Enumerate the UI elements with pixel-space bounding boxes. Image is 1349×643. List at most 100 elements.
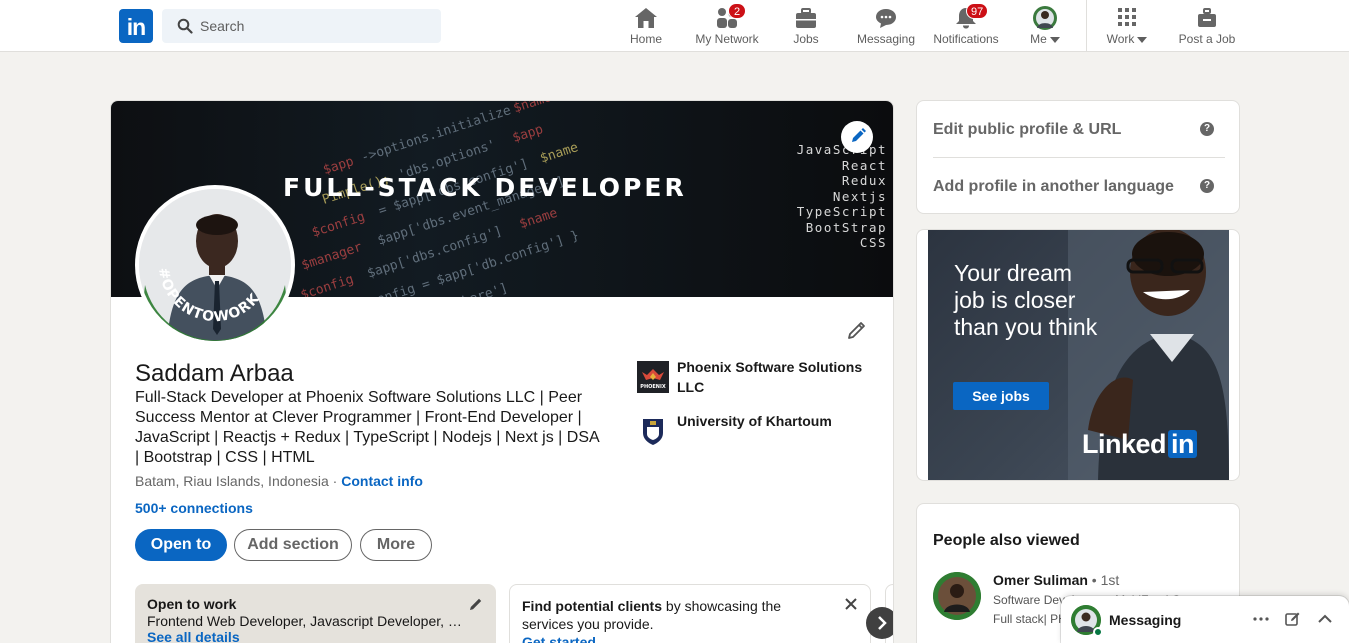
close-icon[interactable] — [844, 597, 858, 611]
svg-text:$name: $name — [512, 101, 554, 116]
nav-messaging[interactable]: Messaging — [853, 0, 919, 52]
nav-me-label: Me — [1025, 32, 1065, 46]
profile-card: $app ->options.initialize $name Pimple(); '… — [110, 100, 894, 643]
nav-post-a-job-label: Post a Job — [1178, 32, 1236, 46]
nav-my-network-label: My Network — [695, 32, 759, 46]
nav-home-label: Home — [629, 32, 662, 46]
pencil-icon[interactable] — [468, 596, 484, 612]
profile-avatar: #OPENTOWORK — [139, 189, 291, 341]
connection-degree: • 1st — [1087, 572, 1120, 588]
online-status-dot — [1093, 627, 1103, 637]
svg-text:$app: $app — [511, 122, 546, 146]
me-avatar — [1033, 6, 1057, 30]
messaging-bar[interactable]: Messaging — [1061, 596, 1349, 643]
pencil-icon — [852, 128, 866, 142]
pencil-icon — [848, 322, 865, 339]
briefcase-icon — [796, 8, 816, 28]
chevron-down-icon — [1137, 36, 1148, 43]
add-section-button[interactable]: Add section — [234, 529, 352, 561]
chevron-up-icon[interactable] — [1316, 610, 1334, 628]
open-to-work-title: Open to work — [147, 596, 237, 612]
linkedin-logo[interactable]: in — [119, 9, 153, 43]
more-button[interactable]: More — [360, 529, 432, 561]
tech-item: Nextjs — [832, 188, 887, 204]
linkedin-wordmark: Linked in — [1082, 429, 1198, 460]
contact-info-link[interactable]: Contact info — [341, 473, 423, 489]
profile-name: Saddam Arbaa — [135, 360, 294, 387]
notifications-badge: 97 — [966, 3, 989, 19]
network-badge: 2 — [728, 3, 746, 19]
person-name[interactable]: Omer Suliman • 1st — [993, 572, 1119, 588]
search-input[interactable] — [200, 9, 430, 43]
search-icon — [177, 18, 193, 34]
edit-public-profile-link[interactable]: Edit public profile & URL — [933, 121, 1121, 139]
open-to-work-text: #OPENTOWORK — [155, 266, 263, 325]
phoenix-logo: PHOENIX — [637, 361, 669, 393]
experience-item[interactable]: PHOENIX Phoenix Software Solutions LLC — [637, 357, 877, 399]
profile-headline: Full-Stack Developer at Phoenix Software… — [135, 389, 599, 466]
nav-post-a-job[interactable]: Post a Job — [1176, 0, 1238, 52]
more-icon[interactable] — [1252, 610, 1270, 628]
edit-intro-button[interactable] — [845, 318, 869, 342]
nav-notifications-label: Notifications — [933, 32, 999, 46]
svg-text:$manager: $manager — [300, 240, 364, 274]
tech-item: BootStrap — [805, 219, 887, 235]
nav-divider — [1086, 0, 1087, 52]
see-jobs-button[interactable]: See jobs — [953, 382, 1049, 410]
tech-item: Redux — [841, 173, 887, 188]
phoenix-logo-text: PHOENIX — [640, 384, 666, 390]
messaging-title: Messaging — [1109, 612, 1182, 628]
home-icon — [635, 8, 657, 28]
university-logo — [643, 419, 663, 445]
open-to-button[interactable]: Open to — [135, 529, 227, 561]
help-icon[interactable]: ? — [1200, 179, 1214, 193]
find-clients-text: Find potential clients by showcasing the… — [522, 597, 832, 633]
tech-item: CSS — [859, 235, 887, 250]
nav-jobs[interactable]: Jobs — [781, 0, 831, 52]
svg-text:$config: $config — [299, 272, 356, 297]
location-text: Batam, Riau Islands, Indonesia — [135, 473, 329, 489]
avatar[interactable] — [933, 572, 981, 620]
education-school: University of Khartoum — [677, 413, 832, 429]
person-avatar-graphic — [933, 572, 981, 620]
svg-text:$config: $config — [310, 209, 367, 240]
education-item[interactable]: University of Khartoum — [637, 411, 877, 447]
people-also-viewed-title: People also viewed — [933, 532, 1080, 549]
post-job-icon — [1198, 8, 1216, 27]
jobs-ad[interactable]: Your dream job is closer than you think … — [928, 230, 1229, 480]
tech-item: TypeScript — [796, 204, 887, 219]
ad-headline: Your dream job is closer than you think — [954, 260, 1098, 340]
tech-item: React — [841, 157, 887, 173]
help-icon[interactable]: ? — [1200, 122, 1214, 136]
ad-card: Your dream job is closer than you think … — [916, 229, 1240, 481]
open-to-work-ring: #OPENTOWORK — [155, 266, 263, 325]
find-clients-bold: Find potential clients — [522, 598, 663, 614]
person-name-text: Omer Suliman — [993, 572, 1088, 588]
profile-location: Batam, Riau Islands, Indonesia · Contact… — [135, 473, 423, 489]
nav-work[interactable]: Work — [1100, 0, 1154, 52]
chevron-down-icon — [1049, 36, 1060, 43]
get-started-link[interactable]: Get started — [522, 633, 858, 643]
svg-text:$name: $name — [538, 140, 580, 166]
banner-tech-list: JavaScript React Redux Nextjs TypeScript… — [797, 142, 887, 251]
profile-photo[interactable]: #OPENTOWORK — [135, 185, 295, 345]
add-profile-language-link[interactable]: Add profile in another language — [933, 178, 1174, 196]
search-box[interactable] — [162, 9, 441, 43]
find-clients-card: Find potential clients by showcasing the… — [509, 584, 871, 643]
chat-icon — [876, 9, 896, 28]
divider — [933, 157, 1225, 158]
edit-banner-button[interactable] — [841, 121, 873, 153]
open-to-work-card[interactable]: Open to work Frontend Web Developer, Jav… — [135, 584, 496, 643]
nav-messaging-label: Messaging — [856, 32, 916, 46]
profile-settings-card: Edit public profile & URL ? Add profile … — [916, 100, 1240, 214]
carousel-next-button[interactable] — [866, 607, 893, 639]
open-to-work-details: Frontend Web Developer, Javascript Devel… — [147, 613, 465, 629]
nav-my-network[interactable]: 2 My Network — [690, 0, 764, 52]
see-all-details-link[interactable]: See all details — [147, 629, 484, 643]
nav-jobs-label: Jobs — [793, 32, 819, 46]
connections-link[interactable]: 500+ connections — [135, 500, 253, 516]
nav-notifications[interactable]: 97 Notifications — [929, 0, 1003, 52]
compose-icon[interactable] — [1284, 610, 1302, 628]
nav-me[interactable]: Me — [1025, 0, 1065, 52]
nav-home[interactable]: Home — [621, 0, 671, 52]
